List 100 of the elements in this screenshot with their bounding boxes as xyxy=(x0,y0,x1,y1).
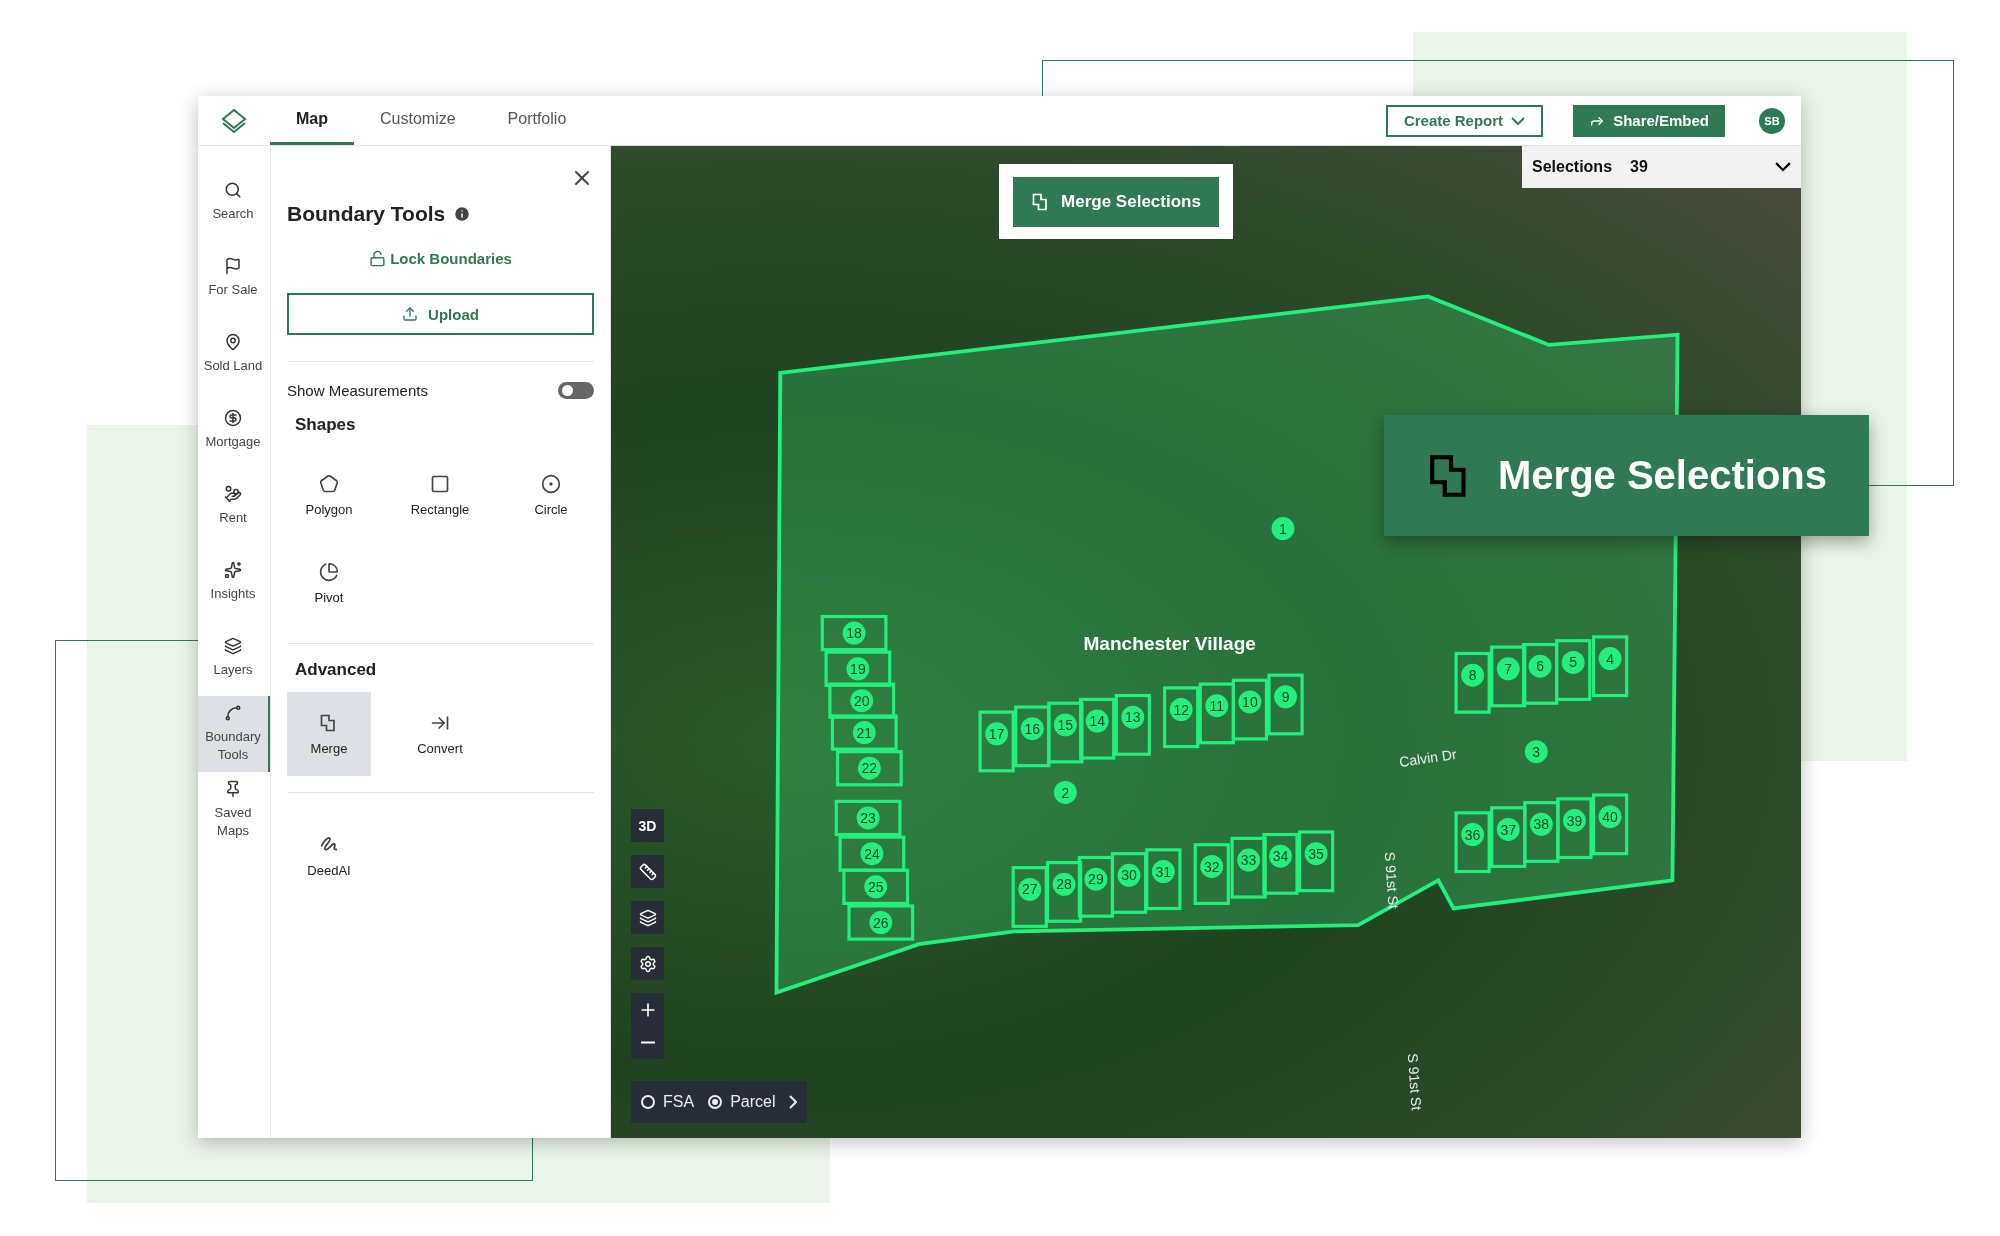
section-heading: Advanced xyxy=(295,660,378,680)
sidebar-item-label: Boundary Tools xyxy=(204,728,262,764)
parcel-marker[interactable]: 35 xyxy=(1304,842,1328,866)
parcel-marker[interactable]: 2 xyxy=(1053,781,1077,804)
parcel-marker[interactable]: 31 xyxy=(1151,860,1175,883)
parcel-marker[interactable]: 16 xyxy=(1020,717,1044,741)
parcel-marker[interactable]: 26 xyxy=(869,911,893,934)
shape-tool[interactable]: Rectangle xyxy=(398,453,482,537)
parcel-marker[interactable]: 5 xyxy=(1561,650,1585,674)
share-button[interactable]: Share/Embed xyxy=(1573,104,1725,137)
parcel-outline xyxy=(842,868,910,905)
parcel-outline xyxy=(1230,836,1267,899)
sidebar-item-label: Sold Land xyxy=(203,357,263,375)
parcel-marker[interactable]: 12 xyxy=(1169,698,1193,722)
parcel-marker[interactable]: 37 xyxy=(1496,817,1520,841)
parcel-marker[interactable]: 20 xyxy=(850,689,874,713)
chevron-right-icon xyxy=(789,1095,798,1109)
nav-tab[interactable]: Map xyxy=(270,96,354,145)
tool-label: Convert xyxy=(417,740,463,756)
nav-tab[interactable]: Portfolio xyxy=(481,96,593,145)
parcel-outline xyxy=(1555,639,1592,701)
parcel-marker[interactable]: 40 xyxy=(1598,805,1622,829)
parcel-marker[interactable]: 10 xyxy=(1238,690,1262,714)
parcel-marker[interactable]: 25 xyxy=(864,875,888,899)
parcel-marker[interactable]: 23 xyxy=(856,806,880,830)
parcel-outline xyxy=(1490,645,1527,708)
parcel-marker[interactable]: 18 xyxy=(842,621,866,645)
parcel-marker[interactable]: 29 xyxy=(1084,867,1108,891)
sidebar-item[interactable]: Layers xyxy=(198,620,270,696)
parcel-marker[interactable]: 27 xyxy=(1018,877,1042,901)
chevron-down-icon xyxy=(1775,162,1791,172)
parcel-outline xyxy=(1556,797,1593,860)
ruler-icon xyxy=(638,862,657,881)
parcel-marker[interactable]: 9 xyxy=(1274,685,1297,709)
toggle-label: Show Measurements xyxy=(287,382,428,399)
advanced-tool[interactable]: Convert xyxy=(398,692,482,776)
radio-label: FSA xyxy=(663,1093,695,1111)
parcel-outline xyxy=(1454,811,1491,874)
parcel-marker[interactable]: 22 xyxy=(857,756,881,780)
parcel-marker[interactable]: 28 xyxy=(1052,872,1076,896)
parcel-marker[interactable]: 3 xyxy=(1524,740,1548,764)
parcel-marker[interactable]: 34 xyxy=(1269,844,1292,868)
parcel-marker[interactable]: 19 xyxy=(846,657,870,681)
tool-label: Pivot xyxy=(314,589,344,605)
parcel-marker[interactable]: 39 xyxy=(1563,809,1586,832)
parcel-marker[interactable]: 8 xyxy=(1461,663,1485,687)
parcel-outline xyxy=(1014,705,1051,768)
sidebar-item[interactable]: Insights xyxy=(198,544,270,620)
sidebar-item[interactable]: For Sale xyxy=(198,240,270,316)
parcel-outline xyxy=(1145,848,1182,911)
tool-label: Rectangle xyxy=(410,501,470,517)
sidebar-item-label: For Sale xyxy=(208,281,258,299)
parcel-outline xyxy=(1077,855,1115,918)
search-icon xyxy=(224,181,242,200)
parcel-marker[interactable]: 14 xyxy=(1085,709,1109,733)
layer-radio[interactable]: Parcel xyxy=(708,1093,776,1111)
create-report-button[interactable]: Create Report xyxy=(1385,104,1544,137)
parcel-marker[interactable]: 30 xyxy=(1117,863,1141,887)
parcel-marker[interactable]: 32 xyxy=(1200,854,1224,878)
sidebar-item[interactable]: Search xyxy=(198,164,270,240)
parcel-marker[interactable]: 4 xyxy=(1598,647,1622,671)
parcel-outline xyxy=(1079,697,1116,760)
3d-button[interactable]: 3D xyxy=(631,809,664,842)
selections-bar[interactable]: Selections 39 xyxy=(1522,146,1801,188)
sidebar-item[interactable]: Saved Maps xyxy=(198,772,270,848)
layer-radio[interactable]: FSA xyxy=(641,1093,695,1111)
parcel-marker[interactable]: 21 xyxy=(852,721,876,744)
parcel-outline xyxy=(1523,801,1560,863)
parcel-marker[interactable]: 38 xyxy=(1529,812,1553,836)
parcel-marker[interactable]: 13 xyxy=(1121,705,1145,729)
advanced-tool[interactable]: Merge xyxy=(287,692,371,776)
measure-button[interactable] xyxy=(631,855,664,888)
nav-tab[interactable]: Customize xyxy=(354,96,482,145)
sidebar-item[interactable]: Sold Land xyxy=(198,316,270,392)
parcel-marker[interactable]: 24 xyxy=(860,842,884,866)
parcel-marker[interactable]: 11 xyxy=(1205,694,1229,718)
merge-selections-button[interactable]: Merge Selections xyxy=(1013,176,1219,227)
parcel-marker[interactable]: 7 xyxy=(1496,657,1520,681)
shape-tool[interactable]: Circle xyxy=(509,453,593,537)
sidebar-item[interactable]: Boundary Tools xyxy=(198,696,270,772)
shape-tool[interactable]: Polygon xyxy=(287,453,371,537)
selections-label: Selections xyxy=(1532,158,1613,176)
user-avatar[interactable]: SB xyxy=(1759,107,1785,134)
parcel-marker[interactable]: 15 xyxy=(1053,713,1077,737)
sidebar-item[interactable]: Rent xyxy=(198,468,270,544)
upload-button[interactable]: Upload xyxy=(287,293,594,335)
parcel-outline xyxy=(1297,830,1335,893)
ai-tool[interactable]: DeedAI xyxy=(287,813,371,897)
shape-tool[interactable]: Pivot xyxy=(287,541,371,625)
parcel-marker[interactable]: 6 xyxy=(1528,654,1552,678)
sidebar-item[interactable]: Mortgage xyxy=(198,392,270,468)
parcel-marker[interactable]: 36 xyxy=(1461,823,1485,846)
parcel-marker[interactable]: 17 xyxy=(985,722,1009,746)
layers-button[interactable] xyxy=(631,901,664,934)
parcel-marker[interactable]: 1 xyxy=(1271,517,1295,540)
parcel-outline xyxy=(1011,866,1048,928)
measurements-toggle[interactable] xyxy=(558,382,594,399)
lock-boundaries-link[interactable]: Lock Boundaries xyxy=(369,250,512,267)
settings-button[interactable] xyxy=(631,947,664,980)
parcel-marker[interactable]: 33 xyxy=(1237,848,1261,872)
